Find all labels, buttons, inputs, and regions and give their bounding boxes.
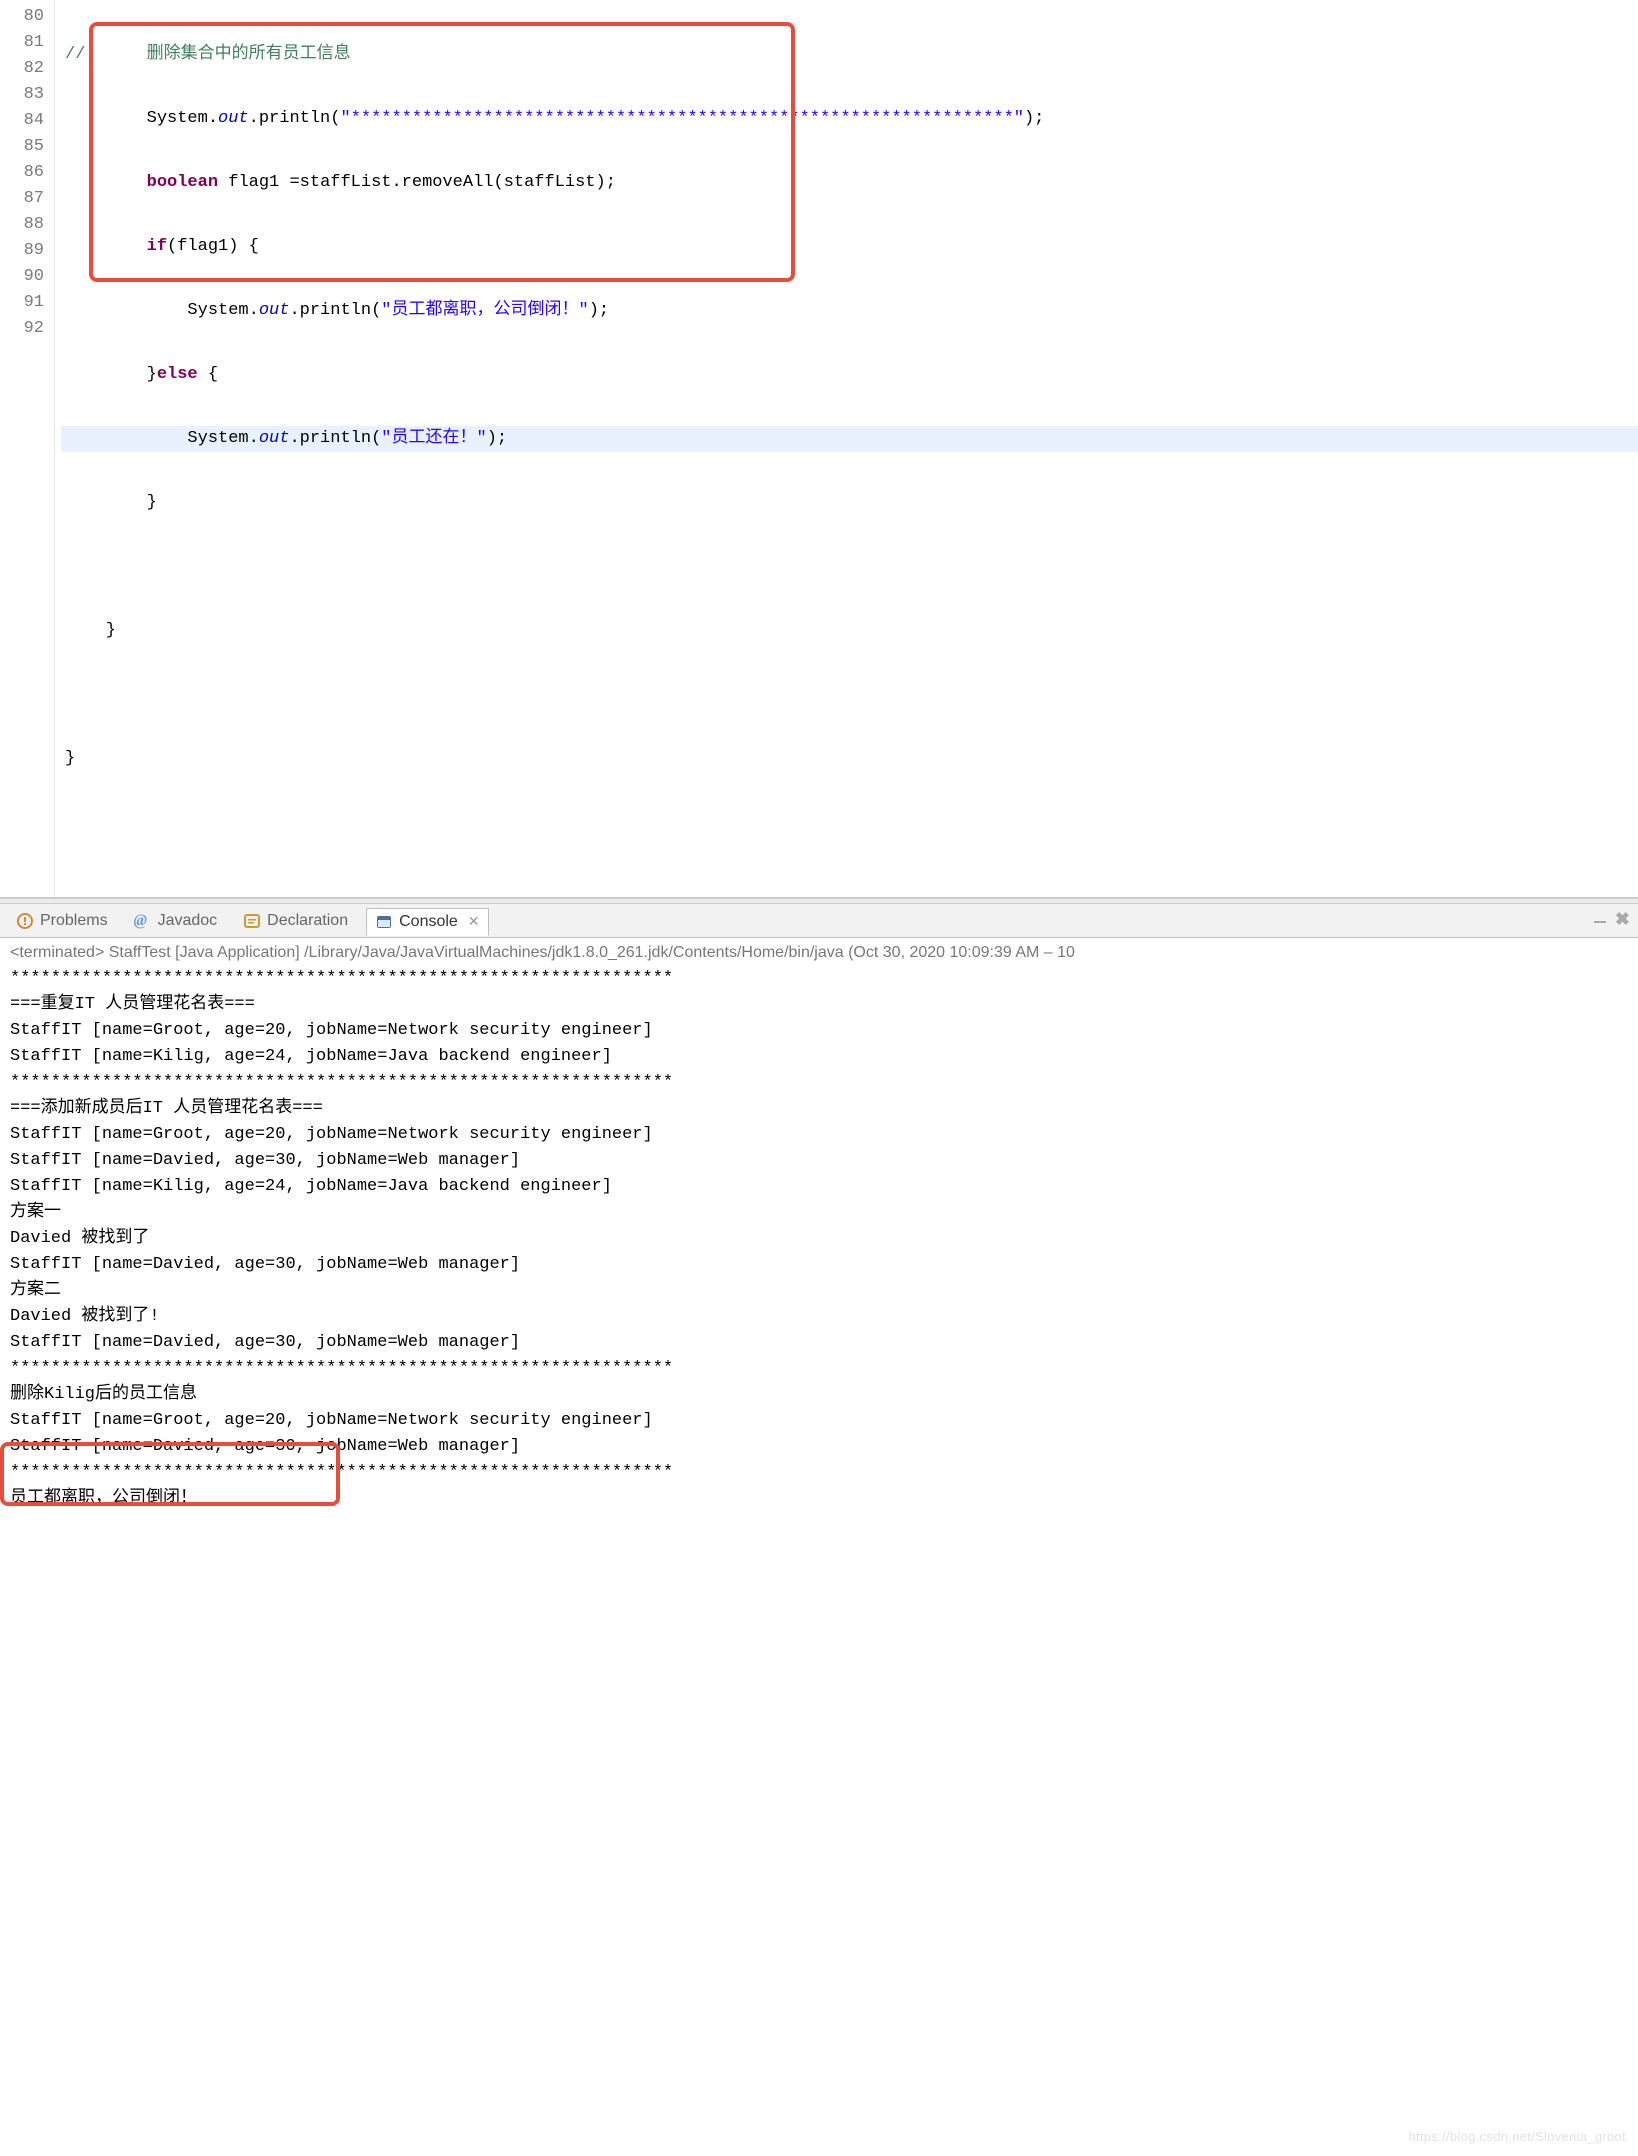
tab-declaration[interactable]: Declaration <box>235 908 356 934</box>
problems-icon <box>16 912 34 930</box>
line-number: 85 <box>8 134 44 160</box>
line-number: 92 <box>8 316 44 342</box>
line-number: 87 <box>8 186 44 212</box>
code-line[interactable]: if(flag1) { <box>61 234 1638 260</box>
declaration-icon <box>243 912 261 930</box>
line-number-gutter: 80 81 82 83 84 85 86 87 88 89 90 91 92 <box>0 0 55 897</box>
bottom-tabbar: Problems @ Javadoc Declaration Console ✕… <box>0 904 1638 938</box>
code-line[interactable]: }else { <box>61 362 1638 388</box>
line-number: 81 <box>8 30 44 56</box>
console-header: <terminated> StaffTest [Java Application… <box>0 938 1638 964</box>
code-line[interactable]: } <box>61 618 1638 644</box>
line-number: 82 <box>8 56 44 82</box>
code-text[interactable]: // 删除集合中的所有员工信息 System.out.println("****… <box>55 0 1638 897</box>
code-line[interactable]: System.out.println("********************… <box>61 106 1638 132</box>
code-editor-pane[interactable]: 80 81 82 83 84 85 86 87 88 89 90 91 92 /… <box>0 0 1638 898</box>
minimize-view-icon[interactable] <box>1591 909 1609 932</box>
code-line[interactable]: System.out.println("员工都离职，公司倒闭！"); <box>61 298 1638 324</box>
tab-javadoc[interactable]: @ Javadoc <box>126 908 226 934</box>
tab-close-icon[interactable]: ✕ <box>468 913 480 930</box>
close-view-icon[interactable]: ✖ <box>1615 909 1630 932</box>
line-number: 91 <box>8 290 44 316</box>
code-line[interactable] <box>61 554 1638 580</box>
line-number: 88 <box>8 212 44 238</box>
code-line[interactable]: // 删除集合中的所有员工信息 <box>61 42 1638 68</box>
tab-label: Javadoc <box>158 912 218 930</box>
code-line[interactable] <box>61 682 1638 708</box>
tab-problems[interactable]: Problems <box>8 908 116 934</box>
tab-label: Declaration <box>267 912 348 930</box>
line-number: 80 <box>8 4 44 30</box>
line-number: 86 <box>8 160 44 186</box>
line-number: 89 <box>8 238 44 264</box>
line-number: 84 <box>8 108 44 134</box>
javadoc-icon: @ <box>134 912 152 930</box>
code-line[interactable]: } <box>61 490 1638 516</box>
code-line-current[interactable]: System.out.println("员工还在！"); <box>61 426 1638 452</box>
console-output[interactable]: ****************************************… <box>0 964 1638 2156</box>
line-number: 90 <box>8 264 44 290</box>
highlight-box-console <box>0 1442 340 1506</box>
ide-window: 80 81 82 83 84 85 86 87 88 89 90 91 92 /… <box>0 0 1638 2156</box>
console-icon <box>375 913 393 931</box>
tab-console[interactable]: Console ✕ <box>366 908 488 936</box>
code-line[interactable]: boolean flag1 =staffList.removeAll(staff… <box>61 170 1638 196</box>
code-line[interactable] <box>61 810 1638 836</box>
line-number: 83 <box>8 82 44 108</box>
tab-label: Problems <box>40 912 108 930</box>
watermark: https://blog.csdn.net/Slovenia_groot <box>1409 2124 1627 2150</box>
tab-label: Console <box>399 913 458 931</box>
code-line[interactable]: } <box>61 746 1638 772</box>
